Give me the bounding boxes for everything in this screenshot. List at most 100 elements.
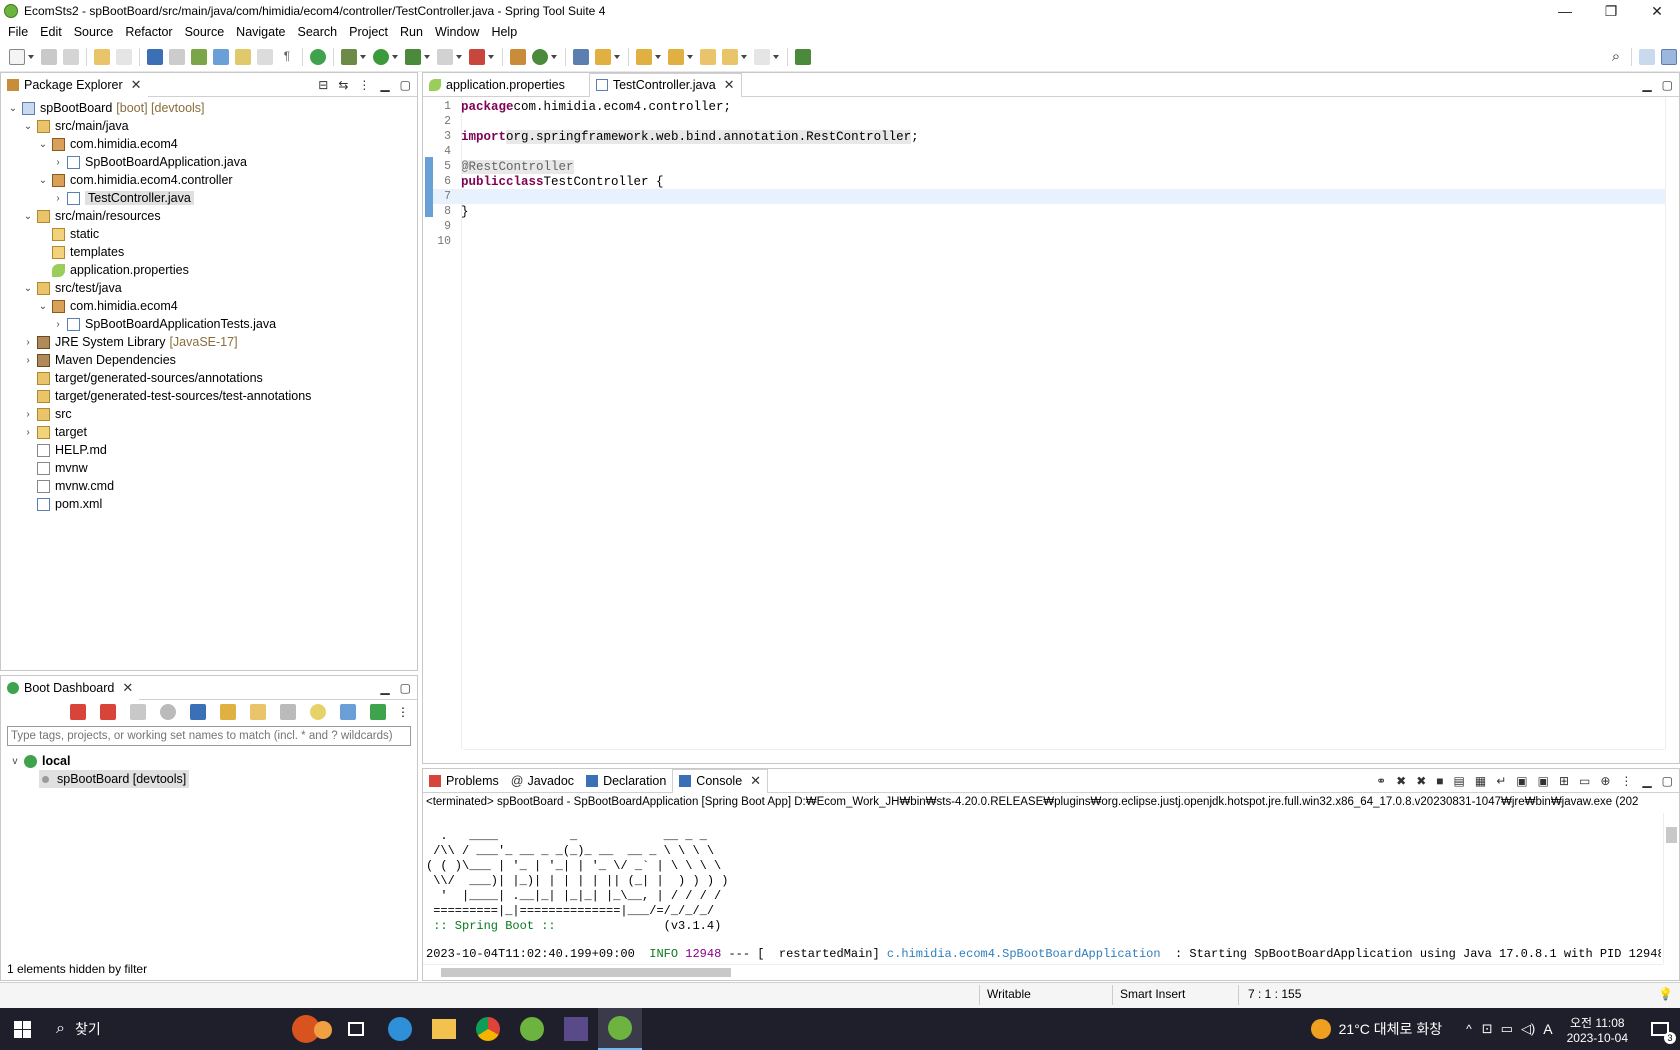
notification-icon[interactable]: 3 <box>1640 1008 1680 1050</box>
show-whitespace-icon[interactable] <box>257 48 273 65</box>
word-wrap-icon[interactable]: ↵ <box>1496 774 1506 788</box>
tree-item[interactable]: pom.xml <box>1 495 417 513</box>
game-app-icon[interactable] <box>554 1008 598 1050</box>
spring-tool-suite-taskbar-icon[interactable] <box>510 1008 554 1050</box>
show-on-error-icon[interactable]: ▣ <box>1538 774 1549 788</box>
pilcrow-icon[interactable]: ¶ <box>279 49 295 65</box>
tree-item[interactable]: ⌄ src/main/java <box>1 117 417 135</box>
chevron-up-icon[interactable]: ^ <box>1466 1022 1472 1036</box>
tab-application-properties[interactable]: application.properties <box>423 73 571 97</box>
pin-console-icon[interactable]: ⊞ <box>1559 774 1569 788</box>
terminal-icon[interactable] <box>147 48 163 65</box>
terminate-icon[interactable]: ■ <box>1436 774 1443 788</box>
menu-help[interactable]: Help <box>485 22 523 42</box>
tree-item[interactable]: ⌄ com.himidia.ecom4.controller <box>1 171 417 189</box>
tree-item[interactable]: ⌄ src/main/resources <box>1 207 417 225</box>
tree-item[interactable]: mvnw <box>1 459 417 477</box>
tree-item[interactable]: › src <box>1 405 417 423</box>
restart-debug-icon[interactable] <box>100 704 116 720</box>
redo-icon[interactable] <box>116 48 132 65</box>
tab-package-explorer[interactable]: Package Explorer ✕ <box>1 72 148 97</box>
app-row[interactable]: spBootBoard [devtools] <box>1 770 417 788</box>
menu-search[interactable]: Search <box>292 22 344 42</box>
skip-breakpoints-icon[interactable] <box>169 48 185 65</box>
network-icon[interactable]: ▭ <box>1501 1021 1513 1037</box>
undo-icon[interactable] <box>94 48 110 65</box>
open-browser-icon[interactable] <box>160 704 176 720</box>
next-annotation-icon[interactable] <box>636 48 652 65</box>
close-icon[interactable]: ✕ <box>131 77 142 93</box>
toggle-highlight-icon[interactable] <box>213 48 229 65</box>
previous-annotation-icon[interactable] <box>668 48 684 65</box>
lightbulb-icon[interactable] <box>310 704 326 720</box>
windows-start-icon[interactable] <box>0 1008 44 1050</box>
view-menu-icon[interactable]: ⋮ <box>358 78 370 92</box>
clock[interactable]: 오전 11:08 2023-10-04 <box>1567 1014 1628 1045</box>
menu-window[interactable]: Window <box>429 22 485 42</box>
tab-console[interactable]: Console ✕ <box>672 768 769 793</box>
chevron-right-icon[interactable]: › <box>52 319 64 330</box>
open-task-icon[interactable] <box>573 48 589 65</box>
link-with-editor-icon[interactable]: ⇆ <box>338 78 348 92</box>
restart-icon[interactable] <box>70 704 86 720</box>
chevron-right-icon[interactable]: › <box>52 193 64 204</box>
view-menu-icon[interactable]: ⋮ <box>397 705 409 719</box>
tree-item[interactable]: static <box>1 225 417 243</box>
chevron-down-icon[interactable]: ⌄ <box>37 139 49 150</box>
back-icon[interactable] <box>722 48 738 65</box>
last-edit-icon[interactable] <box>700 48 716 65</box>
file-explorer-icon[interactable] <box>422 1008 466 1050</box>
search-tool-icon[interactable] <box>595 48 611 65</box>
tab-test-controller[interactable]: TestController.java ✕ <box>588 72 742 97</box>
boot-relaunch-icon[interactable] <box>310 48 326 65</box>
clear-console-icon[interactable]: ▤ <box>1454 774 1465 788</box>
menu-source-2[interactable]: Source <box>179 22 231 42</box>
new-icon[interactable] <box>9 48 25 65</box>
local-group-row[interactable]: v local <box>1 752 417 770</box>
console-vertical-scrollbar[interactable] <box>1663 813 1679 964</box>
tree-item[interactable]: templates <box>1 243 417 261</box>
tree-item[interactable]: ⌄ spBootBoard [boot] [devtools] <box>1 99 417 117</box>
horizontal-scrollbar[interactable] <box>463 749 1665 763</box>
lightbulb-icon[interactable]: 💡 <box>1658 987 1673 1001</box>
menu-edit[interactable]: Edit <box>34 22 68 42</box>
minimize-view-icon[interactable]: ▁ <box>380 78 389 92</box>
external-tools-icon[interactable] <box>469 48 485 65</box>
chrome-icon[interactable] <box>466 1008 510 1050</box>
weather-icon[interactable] <box>1310 1019 1331 1039</box>
task-view-icon[interactable] <box>334 1008 378 1050</box>
tree-item[interactable]: target/generated-test-sources/test-annot… <box>1 387 417 405</box>
toggle-block-icon[interactable] <box>235 48 251 65</box>
tab-boot-dashboard[interactable]: Boot Dashboard ✕ <box>1 675 140 700</box>
tree-item[interactable]: › target <box>1 423 417 441</box>
vertical-scrollbar[interactable] <box>1665 97 1679 749</box>
debug-icon[interactable] <box>341 48 357 65</box>
menu-source[interactable]: Source <box>68 22 120 42</box>
chevron-down-icon[interactable]: ⌄ <box>7 103 19 114</box>
new-dropdown-icon[interactable] <box>28 54 34 59</box>
menu-file[interactable]: File <box>2 22 34 42</box>
menu-refactor[interactable]: Refactor <box>119 22 178 42</box>
chevron-right-icon[interactable]: › <box>22 409 34 420</box>
filter-input[interactable] <box>7 726 411 746</box>
chevron-right-icon[interactable]: › <box>22 355 34 366</box>
edge-icon[interactable] <box>378 1008 422 1050</box>
chevron-down-icon[interactable]: ⌄ <box>22 283 34 294</box>
link-icon[interactable]: ⚭ <box>1376 774 1386 788</box>
menu-navigate[interactable]: Navigate <box>230 22 291 42</box>
open-perspective-icon[interactable] <box>1639 48 1655 65</box>
remove-launch-icon[interactable]: ✖ <box>1396 774 1406 788</box>
chevron-down-icon[interactable]: ⌄ <box>22 121 34 132</box>
restore-button[interactable]: ❐ <box>1588 0 1634 22</box>
maximize-view-icon[interactable]: ▢ <box>1662 774 1673 788</box>
tree-item[interactable]: mvnw.cmd <box>1 477 417 495</box>
chevron-right-icon[interactable]: › <box>22 337 34 348</box>
close-icon[interactable]: ✕ <box>750 773 761 789</box>
close-button[interactable]: ✕ <box>1634 0 1680 22</box>
tab-declaration[interactable]: Declaration <box>580 769 672 793</box>
open-console-icon[interactable]: ⊕ <box>1600 774 1610 788</box>
chevron-down-icon[interactable]: ⌄ <box>22 211 34 222</box>
chevron-right-icon[interactable]: › <box>52 157 64 168</box>
open-console-icon[interactable] <box>190 704 206 720</box>
stop-icon[interactable] <box>437 48 453 65</box>
